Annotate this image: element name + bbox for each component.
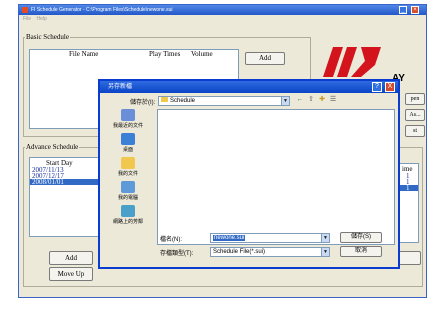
my-computer-icon <box>121 181 135 193</box>
file-type-combo[interactable]: Schedule File(*.sui) ▼ <box>210 247 330 257</box>
folder-icon <box>161 97 168 102</box>
dialog-title: 另存新檔 <box>108 84 133 90</box>
col-volume[interactable]: Volume <box>191 50 213 58</box>
title-bar: FI Schedule Generator - C:\Program Files… <box>19 5 426 15</box>
chevron-down-icon[interactable]: ▼ <box>281 97 289 105</box>
network-icon <box>121 205 135 217</box>
help-button[interactable]: ? <box>372 82 382 92</box>
place-my-computer[interactable]: 我的電腦 <box>106 181 150 201</box>
date-row-selected[interactable]: 2008/01/01 <box>30 179 98 186</box>
file-name-value: newone.sui <box>213 235 246 241</box>
menu-file[interactable]: File <box>23 16 31 22</box>
file-type-value: Schedule File(*.sui) <box>213 249 266 255</box>
advance-schedule-label: Advance Schedule <box>25 143 80 151</box>
recent-documents-icon <box>121 109 135 121</box>
list-button[interactable]: st <box>405 125 425 137</box>
chevron-down-icon[interactable]: ▼ <box>321 248 329 256</box>
save-in-label: 儲存於(I): <box>130 100 156 106</box>
save-in-value: Schedule <box>170 98 196 104</box>
move-up-button[interactable]: Move Up <box>49 267 93 281</box>
minimize-button[interactable]: _ <box>399 6 407 14</box>
place-my-documents[interactable]: 我的文件 <box>106 157 150 177</box>
file-name-combo[interactable]: newone.sui ▼ <box>210 233 330 243</box>
menu-bar: File Help <box>19 15 426 24</box>
file-name-label: 檔名(N): <box>160 237 182 243</box>
brand-logo <box>323 47 381 77</box>
file-list-area[interactable] <box>157 109 395 245</box>
save-button[interactable]: 儲存(S) <box>340 232 382 243</box>
dialog-title-bar: 另存新檔 ? X <box>100 81 398 93</box>
save-as-dialog: 另存新檔 ? X 儲存於(I): Schedule ▼ ← ⇧ ✚ ☰ 我最近的… <box>98 79 400 269</box>
menu-help[interactable]: Help <box>36 16 46 22</box>
basic-add-button[interactable]: Add <box>245 52 285 65</box>
desktop-icon <box>121 133 135 145</box>
dialog-close-button[interactable]: X <box>385 82 395 92</box>
view-menu-icon[interactable]: ☰ <box>329 96 337 104</box>
place-recent[interactable]: 我最近的文件 <box>106 109 150 129</box>
app-icon <box>22 7 28 13</box>
back-icon[interactable]: ← <box>296 96 304 104</box>
col-file-name[interactable]: File Name <box>69 50 98 58</box>
my-documents-icon <box>121 157 135 169</box>
places-bar: 我最近的文件 桌面 我的文件 我的電腦 網路上的芳鄰 <box>106 109 150 259</box>
save-in-combo[interactable]: Schedule ▼ <box>158 96 290 106</box>
save-as-button[interactable]: As... <box>405 109 425 121</box>
open-button[interactable]: pen <box>405 93 425 105</box>
col-play-times[interactable]: Play Times <box>149 50 180 58</box>
window-title: FI Schedule Generator - C:\Program Files… <box>31 7 173 13</box>
start-day-list[interactable]: Start Day 2007/11/13 2007/12/17 2008/01/… <box>29 157 99 237</box>
new-folder-icon[interactable]: ✚ <box>318 96 326 104</box>
cancel-button[interactable]: 取消 <box>340 246 382 257</box>
up-folder-icon[interactable]: ⇧ <box>307 96 315 104</box>
file-type-label: 存檔類型(T): <box>160 251 194 257</box>
close-button[interactable]: × <box>411 6 419 14</box>
chevron-down-icon[interactable]: ▼ <box>321 234 329 242</box>
place-network[interactable]: 網路上的芳鄰 <box>106 205 150 225</box>
basic-schedule-label: Basic Schedule <box>25 33 70 41</box>
advance-add-button[interactable]: Add <box>49 251 93 265</box>
place-desktop[interactable]: 桌面 <box>106 133 150 153</box>
